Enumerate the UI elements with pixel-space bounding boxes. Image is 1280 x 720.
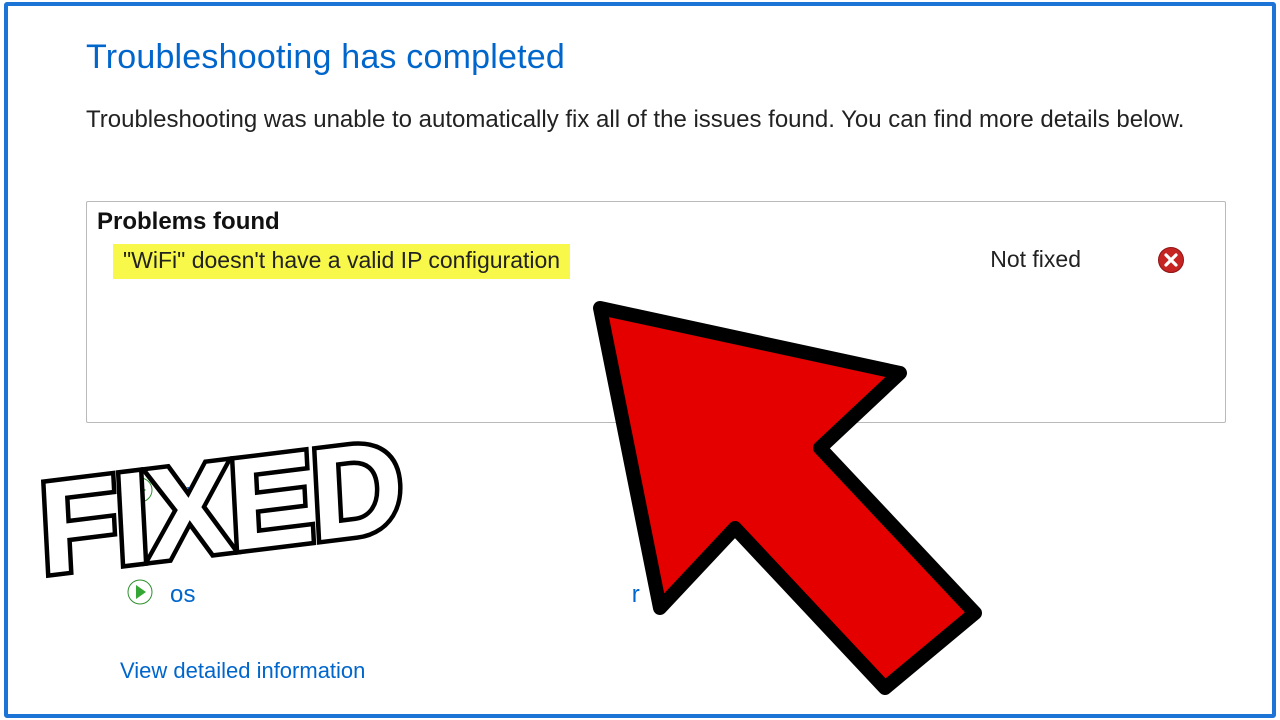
problem-row[interactable]: "WiFi" doesn't have a valid IP configura… xyxy=(111,244,1201,284)
page-title: Troubleshooting has completed xyxy=(86,38,1238,77)
problem-description: "WiFi" doesn't have a valid IP configura… xyxy=(113,244,570,279)
option-label-prefix: os xyxy=(170,581,196,609)
view-detailed-information-link[interactable]: View detailed information xyxy=(120,658,365,684)
arrow-right-icon xyxy=(126,578,154,611)
explore-option-link[interactable]: Exp xyxy=(126,476,212,509)
summary-text: Troubleshooting was unable to automatica… xyxy=(86,105,1206,135)
option-label-suffix: r xyxy=(632,581,640,609)
problem-status: Not fixed xyxy=(990,246,1081,273)
problems-found-box: Problems found "WiFi" doesn't have a val… xyxy=(86,201,1226,423)
close-option-link[interactable]: os r xyxy=(126,578,640,611)
problems-found-heading: Problems found xyxy=(97,208,280,236)
option-label: Exp xyxy=(170,479,212,507)
troubleshooter-window: Troubleshooting has completed Troublesho… xyxy=(4,2,1276,718)
error-icon xyxy=(1157,246,1185,279)
arrow-right-icon xyxy=(126,476,154,509)
